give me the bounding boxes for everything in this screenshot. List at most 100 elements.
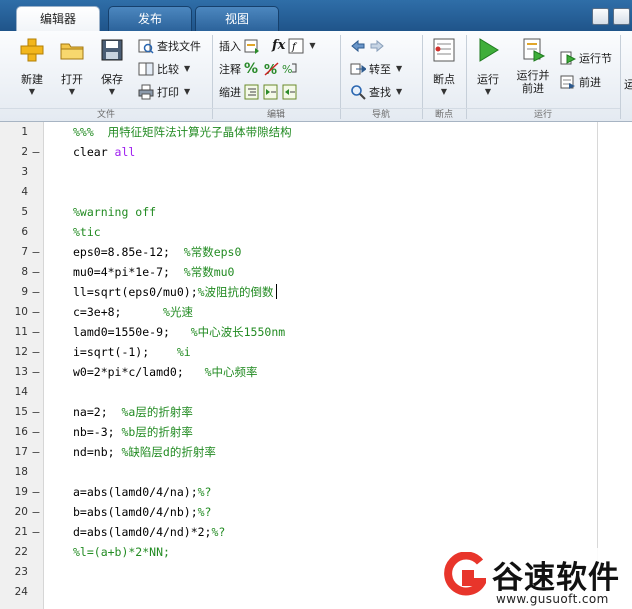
breakpoint-marker[interactable]: – [31,502,41,522]
code-segment: d=abs(lamd0/4/nd)*2; [73,525,212,539]
code-line[interactable]: 17– nd=nb; %缺陷层d的折射率 [0,442,600,462]
line-number: 15 [14,406,28,418]
run-section-icon [560,50,577,66]
code-line[interactable]: 8– mu0=4*pi*1e-7; %常数mu0 [0,262,600,282]
run-section-button[interactable]: 运行节 [560,48,612,67]
code-line[interactable]: 7– eps0=8.85e-12; %常数eps0 [0,242,600,262]
group-separator [340,35,341,119]
breakpoint-marker[interactable]: – [31,482,41,502]
code-line[interactable]: 10– c=3e+8; %光速 [0,302,600,322]
breakpoint-marker[interactable]: – [31,302,41,322]
run-and-advance-button[interactable]: 运行并 前进 [511,37,555,99]
code-segment: lamd0=1550e-9; [73,325,191,339]
code-line[interactable]: 19– a=abs(lamd0/4/na);%? [0,482,600,502]
breakpoints-button[interactable]: 断点 ▼ [424,37,464,99]
breakpoint-marker[interactable]: – [31,342,41,362]
goto-button[interactable]: 转至 ▼ [350,59,402,78]
code-line[interactable]: 9– ll=sqrt(eps0/mu0);%波阻抗的倒数 [0,282,600,302]
open-button[interactable]: 打开 ▼ [52,37,92,99]
plus-icon [19,37,45,63]
chevron-down-icon[interactable]: ▼ [12,87,52,97]
compare-button[interactable]: 比较 ▼ [138,59,190,78]
run-and-time-button-cut[interactable]: 运 [624,74,632,93]
text-cursor [275,284,277,299]
code-text: %%% 用特征矩阵法计算光子晶体带隙结构 [73,122,292,142]
gusu-logo-icon [440,551,489,598]
code-segment: w0=2*pi*c/lamd0; [73,365,205,379]
code-text: b=abs(lamd0/4/nb);%? [73,502,211,522]
breakpoint-marker[interactable]: – [31,262,41,282]
indent-label: 缩进 [219,85,241,99]
chevron-down-icon[interactable]: ▼ [92,87,132,97]
chevron-down-icon[interactable]: ▼ [424,87,464,97]
save-button[interactable]: 保存 ▼ [92,37,132,99]
code-segment: nd=nb; [73,445,122,459]
back-forward-buttons[interactable] [350,36,385,55]
line-number: 24 [14,586,28,598]
arrow-right-icon[interactable] [369,38,385,54]
goto-label: 转至 [369,62,391,76]
code-line[interactable]: 11– lamd0=1550e-9; %中心波长1550nm [0,322,600,342]
compare-icon [138,61,154,77]
indent-button[interactable]: 缩进 [219,82,298,101]
group-separator [212,35,213,119]
chevron-down-icon[interactable]: ▼ [468,87,508,97]
help-window-icon[interactable] [592,7,609,25]
breakpoint-marker[interactable]: – [31,242,41,262]
comment-segment: %中心波长1550nm [190,325,286,339]
breakpoint-marker[interactable]: – [31,282,41,302]
breakpoint-marker[interactable]: – [31,402,41,422]
breakpoints-group-label: 断点 [422,108,466,121]
code-line[interactable]: 5 %warning off [0,202,600,222]
code-segment: c=3e+8; [73,305,164,319]
code-segment: b=abs(lamd0/4/nb); [73,505,198,519]
chevron-down-icon[interactable]: ▼ [184,87,190,96]
comment-label: 注释 [219,62,241,76]
code-line[interactable]: 21– d=abs(lamd0/4/nd)*2;%? [0,522,600,542]
breakpoint-marker[interactable]: – [31,362,41,382]
chevron-down-icon[interactable]: ▼ [396,64,402,73]
breakpoint-marker[interactable]: – [31,522,41,542]
code-line[interactable]: 12– i=sqrt(-1); %i [0,342,600,362]
tab-editor[interactable]: 编辑器 [16,6,100,32]
chevron-down-icon[interactable]: ▼ [52,87,92,97]
find-files-button[interactable]: 查找文件 [138,36,201,55]
advance-button[interactable]: 前进 [560,72,601,91]
chevron-down-icon[interactable]: ▼ [309,41,315,50]
run-advance-label-line2: 前进 [522,82,544,95]
new-button[interactable]: 新建 ▼ [12,37,52,99]
chevron-down-icon[interactable]: ▼ [184,64,190,73]
find-button[interactable]: 查找 ▼ [350,82,402,101]
code-line[interactable]: 15– na=2; %a层的折射率 [0,402,600,422]
insert-button[interactable]: 插入 [219,36,260,55]
code-line[interactable]: 16– nb=-3; %b层的折射率 [0,422,600,442]
tab-view[interactable]: 视图 [195,6,279,31]
code-line[interactable]: 3 [0,162,600,182]
chevron-down-icon[interactable]: ▼ [396,87,402,96]
code-text: lamd0=1550e-9; %中心波长1550nm [73,322,285,342]
breakpoint-marker[interactable]: – [31,442,41,462]
line-number: 12 [14,346,28,358]
code-editor[interactable]: 1%%% 用特征矩阵法计算光子晶体带隙结构 2– clear all 3 4 5 %warn… [0,122,632,609]
comment-button[interactable]: 注释 % % % [219,59,298,78]
breakpoint-marker[interactable]: – [31,322,41,342]
tab-publish[interactable]: 发布 [108,6,192,31]
run-button[interactable]: 运行 ▼ [468,37,508,99]
insert-function-button[interactable]: fx f ▼ [272,36,316,55]
code-line[interactable]: 2– clear all [0,142,600,162]
code-line[interactable]: 6 %tic [0,222,600,242]
code-line[interactable]: 4 [0,182,600,202]
breakpoint-marker[interactable]: – [31,422,41,442]
code-line[interactable]: 13– w0=2*pi*c/lamd0; %中心频率 [0,362,600,382]
code-text: d=abs(lamd0/4/nd)*2;%? [73,522,225,542]
code-line[interactable]: 18 [0,462,600,482]
line-number: 6 [21,226,28,238]
undock-icon[interactable] [613,7,630,25]
code-line[interactable]: 1 %%% 用特征矩阵法计算光子晶体带隙结构 [0,122,600,142]
code-line[interactable]: 14 [0,382,600,402]
print-button[interactable]: 打印 ▼ [138,82,190,101]
arrow-left-icon[interactable] [350,38,366,54]
compare-label: 比较 [157,62,179,76]
code-line[interactable]: 20– b=abs(lamd0/4/nb);%? [0,502,600,522]
breakpoint-marker[interactable]: – [31,142,41,162]
